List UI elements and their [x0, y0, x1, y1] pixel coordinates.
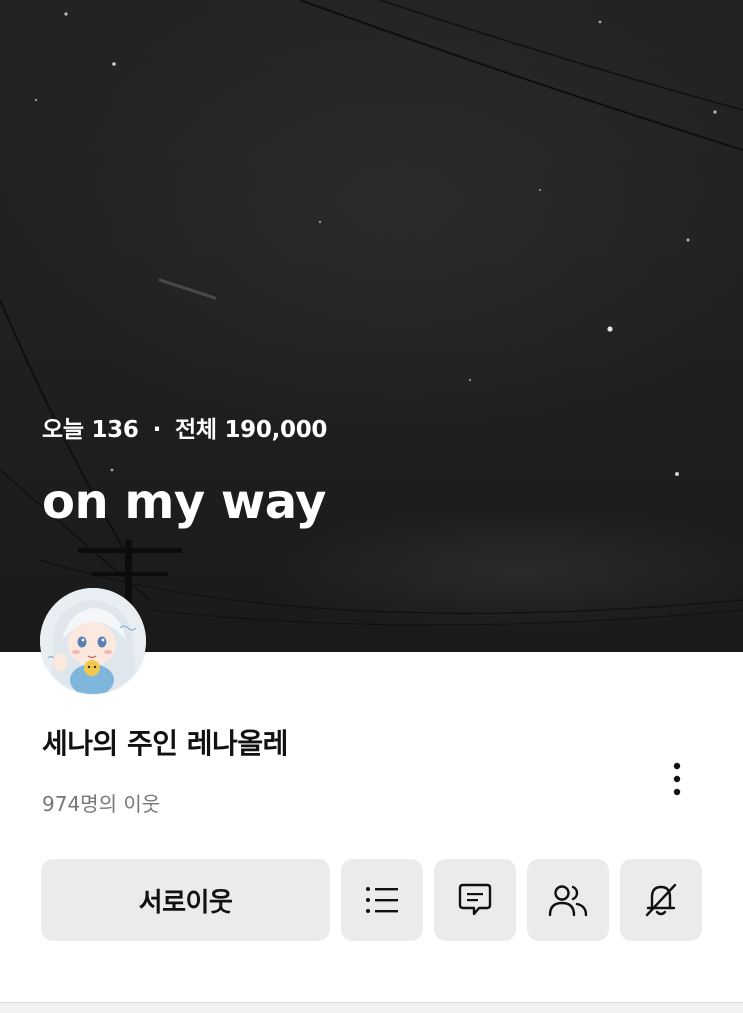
notification-off-button[interactable] [620, 859, 702, 941]
more-options-button[interactable] [660, 756, 694, 802]
bottom-divider [0, 1002, 743, 1013]
blog-cover: 오늘 136 · 전체 190,000 on my way [0, 0, 743, 652]
mutual-neighbor-label: 서로이웃 [138, 887, 233, 918]
more-vertical-icon [673, 762, 681, 796]
stats-separator: · [152, 417, 162, 443]
blog-nickname: 세나의 주인 레나올레 [42, 727, 288, 760]
blog-title: on my way [42, 474, 326, 530]
profile-avatar[interactable] [40, 588, 146, 694]
guestbook-button[interactable] [434, 859, 516, 941]
comment-icon [458, 883, 492, 916]
visitor-stats: 오늘 136 · 전체 190,000 [42, 410, 327, 444]
people-icon [548, 885, 588, 917]
post-list-button[interactable] [341, 859, 423, 941]
total-count: 190,000 [224, 417, 328, 443]
neighbors-button[interactable] [527, 859, 609, 941]
night-sky-illustration [0, 0, 743, 652]
total-label: 전체 [175, 417, 217, 443]
list-icon [366, 887, 398, 913]
mutual-neighbor-button[interactable]: 서로이웃 [41, 859, 330, 941]
today-count: 136 [91, 417, 139, 443]
avatar-illustration [40, 588, 146, 694]
neighbor-count[interactable]: 974명의 이웃 [42, 788, 160, 817]
today-label: 오늘 [42, 417, 84, 443]
notification-off-icon [645, 883, 677, 917]
